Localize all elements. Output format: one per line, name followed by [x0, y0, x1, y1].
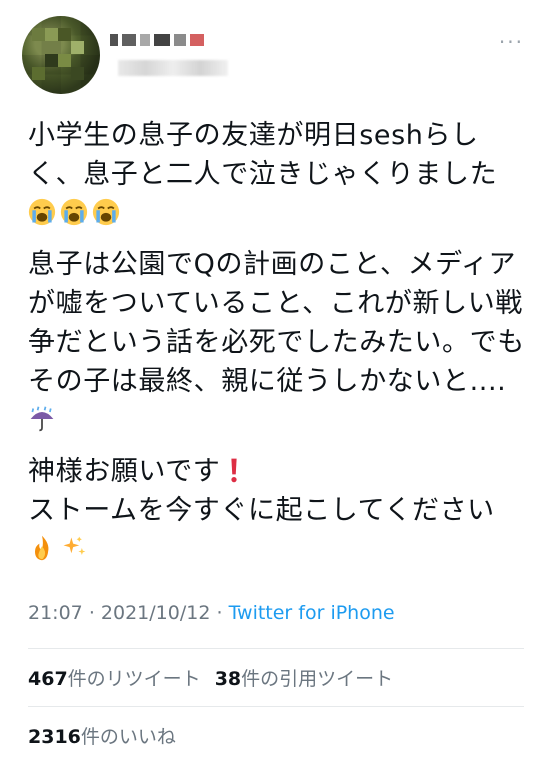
divider — [28, 706, 524, 707]
engagement-stats: 467件のリツイート 38件の引用ツイート — [28, 664, 393, 691]
tweet-paragraph-2: 息子は公園でQの計画のこと、メディアが嘘をついていること、これが新しい戦争だとい… — [28, 245, 528, 440]
avatar[interactable] — [22, 16, 100, 94]
retweets-stat[interactable]: 467件のリツイート — [28, 668, 201, 690]
likes-stat[interactable]: 2316件のいいね — [28, 726, 176, 748]
avatar-pixel — [32, 67, 45, 80]
likes-label: 件のいいね — [80, 726, 176, 748]
quote-tweets-label: 件の引用ツイート — [241, 668, 394, 690]
tweet-source-link[interactable]: Twitter for iPhone — [229, 602, 395, 624]
tweet-text-line: ストームを今すぐに起こしてください — [28, 495, 495, 526]
tweet-paragraph-3: 神様お願いです ストームを今すぐに起こしてください — [28, 452, 528, 569]
avatar-pixel — [45, 54, 58, 67]
redaction-block — [110, 34, 118, 46]
loudly-crying-face-icon — [28, 198, 56, 226]
tweet-date[interactable]: 2021/10/12 — [101, 602, 211, 624]
divider — [28, 648, 524, 649]
tweet-text: 小学生の息子の友達が明日seshらしく、息子と二人で泣きじゃくりました 息子は公… — [28, 116, 528, 569]
tweet-paragraph-1: 小学生の息子の友達が明日seshらしく、息子と二人で泣きじゃくりました — [28, 116, 528, 233]
tweet-time[interactable]: 21:07 — [28, 602, 83, 624]
retweets-count: 467 — [28, 668, 68, 690]
meta-separator: · — [88, 602, 95, 624]
username-redacted[interactable] — [118, 60, 228, 76]
tweet-text-line: 小学生の息子の友達が明日seshらしく、息子と二人で泣きじゃくりました — [28, 120, 498, 190]
loudly-crying-face-icon — [60, 198, 88, 226]
redaction-block — [122, 34, 136, 46]
avatar-pixel — [71, 67, 84, 80]
redaction-block — [190, 34, 204, 46]
tweet-text-line: 神様お願いです — [28, 456, 221, 487]
avatar-pixel — [71, 41, 84, 54]
meta-separator: · — [216, 602, 223, 624]
more-options-icon[interactable]: ··· — [499, 30, 524, 54]
quote-tweets-stat[interactable]: 38件の引用ツイート — [215, 668, 393, 690]
umbrella-with-rain-icon — [30, 406, 54, 432]
tweet-header: ··· — [0, 0, 550, 110]
quote-tweets-count: 38 — [214, 668, 242, 690]
likes-stats: 2316件のいいね — [28, 722, 176, 749]
display-name-redacted[interactable] — [110, 34, 210, 48]
sparkles-icon — [63, 536, 86, 555]
avatar-pixel — [58, 54, 71, 67]
likes-count: 2316 — [28, 726, 81, 748]
red-exclamation-icon — [231, 458, 238, 483]
tweet-text-line: 息子は公園でQの計画のこと、メディアが嘘をついていること、これが新しい戦争だとい… — [28, 249, 525, 397]
avatar-pixel — [32, 28, 45, 41]
retweets-label: 件のリツイート — [67, 668, 201, 690]
fire-icon — [35, 535, 49, 561]
loudly-crying-face-icon — [92, 198, 120, 226]
tweet-metadata: 21:07 · 2021/10/12 · Twitter for iPhone — [28, 602, 395, 624]
redaction-block — [154, 34, 170, 46]
redaction-block — [140, 34, 150, 46]
avatar-pixel — [58, 28, 71, 41]
avatar-pixel — [45, 28, 58, 41]
redaction-block — [174, 34, 186, 46]
